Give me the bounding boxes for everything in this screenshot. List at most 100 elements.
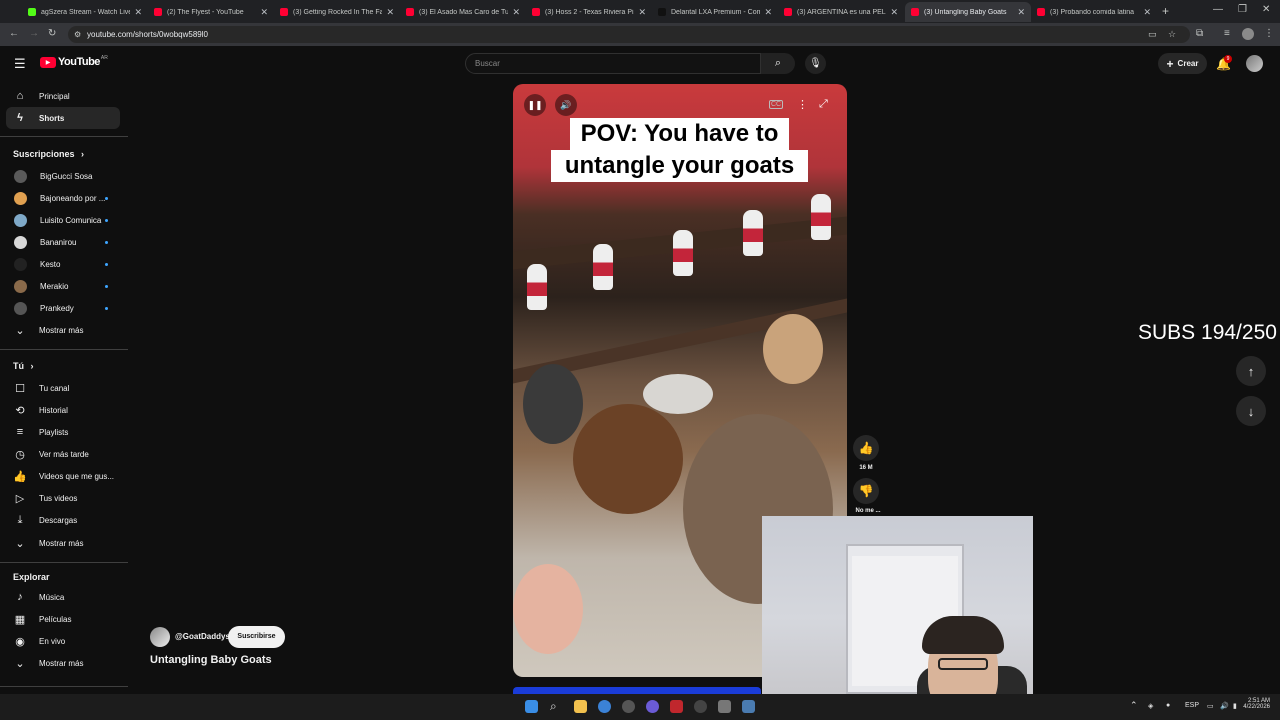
sidebar-item[interactable]: Kesto xyxy=(6,253,120,275)
captions-icon[interactable]: CC xyxy=(769,100,784,109)
voice-search-button[interactable]: 🎙 xyxy=(805,53,826,74)
app-icon[interactable] xyxy=(694,700,707,713)
browser-tab[interactable]: agSzera Stream - Watch Live ✕ xyxy=(22,2,148,22)
hamburger-menu-icon[interactable]: ☰ xyxy=(14,56,26,72)
sidebar-item[interactable]: ≡ Playlists xyxy=(6,421,120,443)
profile-avatar[interactable] xyxy=(1242,28,1254,40)
fullscreen-icon[interactable]: ⤢ xyxy=(819,98,828,111)
taskbar-search-icon[interactable]: ⌕ xyxy=(550,699,557,714)
previous-short-button[interactable]: ↑ xyxy=(1236,356,1266,386)
app-icon[interactable] xyxy=(670,700,683,713)
sidebar-item[interactable]: Prankedy xyxy=(6,297,120,319)
tray-app-icon[interactable]: ◈ xyxy=(1148,702,1153,710)
channel-handle[interactable]: @GoatDaddys xyxy=(175,632,230,641)
sidebar-section-heading[interactable]: Tú › xyxy=(13,361,34,371)
tab-close-icon[interactable]: ✕ xyxy=(890,7,898,18)
tray-overflow-icon[interactable]: ⌃ xyxy=(1130,700,1138,711)
extensions-icon[interactable]: ⧉ xyxy=(1196,28,1203,39)
tab-close-icon[interactable]: ✕ xyxy=(764,7,772,18)
browser-toolbar: ← → ↻ ⚙ youtube.com/shorts/0wobqw589l0 ▭… xyxy=(0,23,1280,46)
clock[interactable]: 2:51 AM 4/22/2026 xyxy=(1240,698,1270,710)
back-icon[interactable]: ← xyxy=(9,28,19,39)
account-avatar[interactable] xyxy=(1246,55,1263,72)
sidebar-section-heading[interactable]: Suscripciones › xyxy=(13,149,84,159)
windows-start-icon[interactable] xyxy=(525,700,538,713)
sidebar-item[interactable]: 👍 Videos que me gus... xyxy=(6,465,120,487)
close-window-icon[interactable]: ✕ xyxy=(1262,4,1270,15)
tab-close-icon[interactable]: ✕ xyxy=(386,7,394,18)
dislike-button[interactable]: 👎 xyxy=(853,478,879,504)
bookmark-star-icon[interactable]: ☆ xyxy=(1168,26,1176,43)
network-icon[interactable]: ▭ xyxy=(1207,702,1214,710)
youtube-masthead: ☰ ▶ YouTube AR Buscar ⌕ 🎙 + Crear 🔔 9 xyxy=(0,46,1280,82)
browser-menu-icon[interactable]: ⋮ xyxy=(1264,28,1274,39)
sidebar-item[interactable]: ϟ Shorts xyxy=(6,107,120,129)
next-short-button[interactable]: ↓ xyxy=(1236,396,1266,426)
browser-tab[interactable]: (3) El Asado Mas Caro de Tu ✕ xyxy=(400,2,526,22)
sidebar-item[interactable]: Bananirou xyxy=(6,231,120,253)
browser-tab[interactable]: (3) Hoss 2 - Texas Riviera Pist ✕ xyxy=(526,2,652,22)
short-title[interactable]: Untangling Baby Goats xyxy=(150,654,272,666)
browser-tab[interactable]: (3) ARGENTINA es una PELIC ✕ xyxy=(778,2,904,22)
sidebar-section-heading[interactable]: Explorar xyxy=(13,572,50,582)
sidebar-item[interactable]: ☐ Tu canal xyxy=(6,377,120,399)
site-info-icon[interactable]: ⚙ xyxy=(74,26,81,43)
sidebar-item[interactable]: ▦ Películas xyxy=(6,608,120,630)
sidebar-item[interactable]: ◉ En vivo xyxy=(6,630,120,652)
tab-search-icon[interactable]: ≡ xyxy=(1224,28,1230,39)
sidebar-item[interactable]: ⌂ Principal xyxy=(6,85,120,107)
tab-close-icon[interactable]: ✕ xyxy=(1143,7,1151,18)
reload-icon[interactable]: ↻ xyxy=(48,28,56,39)
tab-close-icon[interactable]: ✕ xyxy=(512,7,520,18)
app-icon[interactable] xyxy=(742,700,755,713)
sidebar-item[interactable]: ◷ Ver más tarde xyxy=(6,443,120,465)
sidebar-item[interactable]: Merakio xyxy=(6,275,120,297)
file-explorer-icon[interactable] xyxy=(574,700,587,713)
browser-tab[interactable]: (3) Getting Rocked In The Face ✕ xyxy=(274,2,400,22)
tray-mic-icon[interactable]: ● xyxy=(1166,702,1170,709)
channel-avatar[interactable] xyxy=(150,627,170,647)
sidebar-item[interactable]: ▷ Tus videos xyxy=(6,487,120,509)
address-bar[interactable]: ⚙ youtube.com/shorts/0wobqw589l0 ▭ ☆ xyxy=(68,26,1190,43)
cast-icon[interactable]: ▭ xyxy=(1148,26,1157,43)
sidebar-item[interactable]: ⤓ Descargas xyxy=(6,509,120,531)
sidebar-item[interactable]: BigGucci Sosa xyxy=(6,165,120,187)
sidebar-item[interactable]: ⌄ Mostrar más xyxy=(6,319,120,341)
subscribe-button[interactable]: Suscribirse xyxy=(228,626,285,648)
tab-close-icon[interactable]: ✕ xyxy=(260,7,268,18)
restore-icon[interactable]: ❐ xyxy=(1238,4,1247,15)
tab-close-icon[interactable]: ✕ xyxy=(134,7,142,18)
sidebar-item[interactable]: Bajoneando por ... xyxy=(6,187,120,209)
browser-tab[interactable]: (3) Untangling Baby Goats ✕ xyxy=(905,2,1031,22)
tab-close-icon[interactable]: ✕ xyxy=(1017,7,1025,18)
like-button[interactable]: 👍 xyxy=(853,435,879,461)
app-icon[interactable] xyxy=(622,700,635,713)
language-indicator[interactable]: ESP xyxy=(1185,702,1199,709)
battery-icon[interactable]: ▮ xyxy=(1233,702,1237,710)
tab-close-icon[interactable]: ✕ xyxy=(638,7,646,18)
forward-icon[interactable]: → xyxy=(29,28,39,39)
speaker-icon[interactable]: 🔊 xyxy=(1220,702,1229,710)
discord-icon[interactable] xyxy=(646,700,659,713)
browser-tab[interactable]: Delantal LXA Premium - Com ✕ xyxy=(652,2,778,22)
windows-taskbar: ⌕ ⌃ ◈ ● ESP ▭ 🔊 ▮ 2:51 AM 4/22/2026 xyxy=(0,694,1280,720)
browser-tab[interactable]: (2) The Flyest - YouTube ✕ xyxy=(148,2,274,22)
chrome-icon[interactable] xyxy=(598,700,611,713)
create-button[interactable]: + Crear xyxy=(1158,53,1207,74)
search-button[interactable]: ⌕ xyxy=(761,53,795,74)
sidebar-item[interactable]: ⟲ Historial xyxy=(6,399,120,421)
sidebar-item[interactable]: Luisito Comunica xyxy=(6,209,120,231)
minimize-icon[interactable]: — xyxy=(1213,4,1223,15)
sidebar-item[interactable]: ♪ Música xyxy=(6,586,120,608)
app-icon[interactable] xyxy=(718,700,731,713)
sidebar-item[interactable]: ⌄ Mostrar más xyxy=(6,532,120,554)
youtube-logo[interactable]: ▶ YouTube AR xyxy=(40,55,108,68)
volume-button[interactable]: 🔊 xyxy=(555,94,577,116)
search-input[interactable]: Buscar xyxy=(465,53,761,74)
pause-button[interactable]: ❚❚ xyxy=(524,94,546,116)
more-options-icon[interactable]: ⋮ xyxy=(797,98,808,111)
new-tab-button[interactable]: + xyxy=(1162,4,1169,18)
sidebar-item[interactable]: ⌄ Mostrar más xyxy=(6,652,120,674)
browser-tab[interactable]: (3) Probando comida latina ✕ xyxy=(1031,2,1157,22)
next-short-preview[interactable] xyxy=(513,687,761,694)
